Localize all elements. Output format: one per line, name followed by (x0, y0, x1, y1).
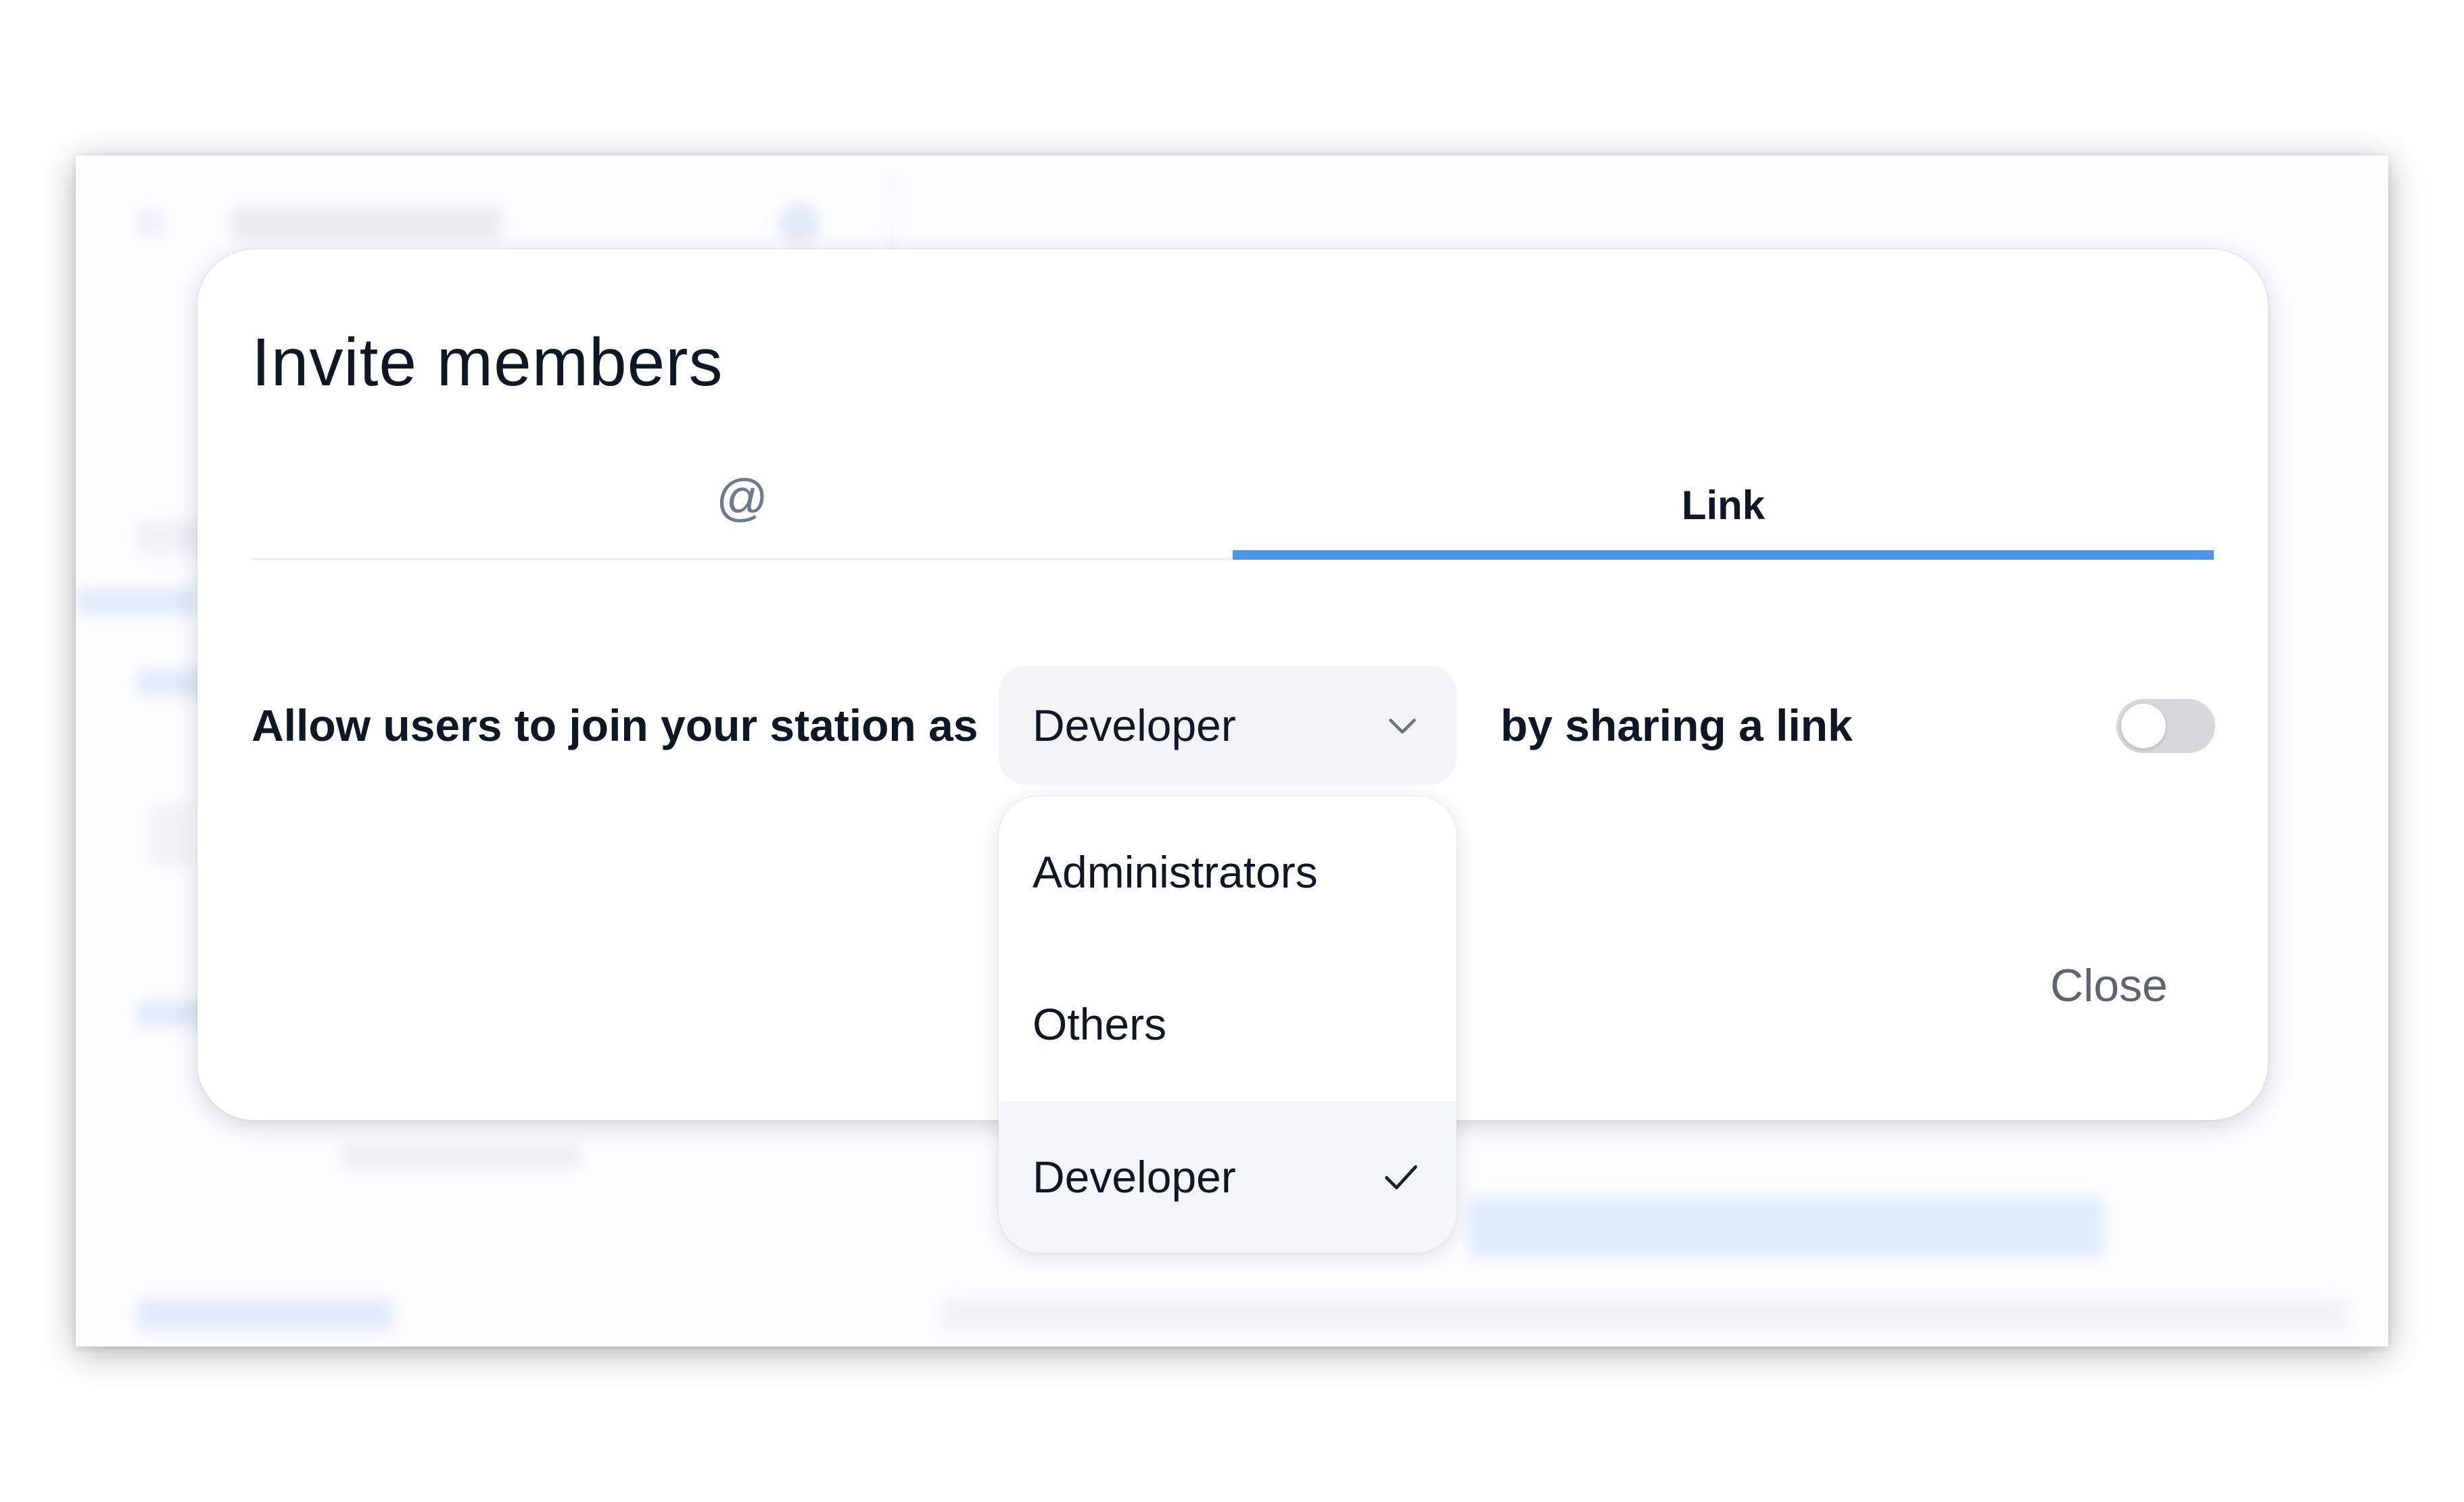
dropdown-option-administrators[interactable]: Administrators (999, 796, 1456, 948)
dropdown-option-developer[interactable]: Developer (999, 1101, 1456, 1253)
dropdown-option-label: Others (1033, 999, 1167, 1049)
dropdown-option-label: Developer (1033, 1152, 1236, 1202)
share-link-toggle[interactable] (2116, 699, 2215, 753)
dropdown-option-others[interactable]: Others (999, 948, 1456, 1100)
close-button[interactable]: Close (2037, 952, 2181, 1019)
background-row-placeholder (339, 1142, 583, 1169)
at-icon: @ (715, 468, 769, 527)
background-title-placeholder (231, 206, 502, 240)
modal-title: Invite members (252, 324, 724, 400)
background-heading-placeholder (1469, 1196, 2104, 1257)
tab-link-label: Link (1681, 482, 1766, 528)
role-select-value: Developer (1033, 700, 1236, 750)
check-icon (1385, 1165, 1417, 1190)
toggle-knob (2121, 704, 2166, 748)
tab-email[interactable]: @ (252, 452, 1233, 558)
background-text-placeholder (941, 1298, 2348, 1332)
background-close-icon (137, 210, 164, 237)
join-role-suffix-label: by sharing a link (1500, 700, 1853, 750)
invite-tabs: @ Link (252, 452, 2214, 560)
tab-link[interactable]: Link (1233, 452, 2214, 558)
background-icon-placeholder (150, 804, 191, 865)
active-tab-indicator (1233, 550, 2214, 560)
background-link-placeholder (137, 1298, 394, 1332)
role-dropdown-menu: Administrators Others Developer (999, 796, 1456, 1253)
join-role-prefix-label: Allow users to join your station as (252, 700, 978, 750)
role-select[interactable]: Developer (999, 666, 1456, 785)
background-link-placeholder (76, 588, 197, 615)
chevron-down-icon (1389, 719, 1416, 734)
dropdown-option-label: Administrators (1033, 847, 1318, 897)
background-search-icon (779, 203, 820, 243)
